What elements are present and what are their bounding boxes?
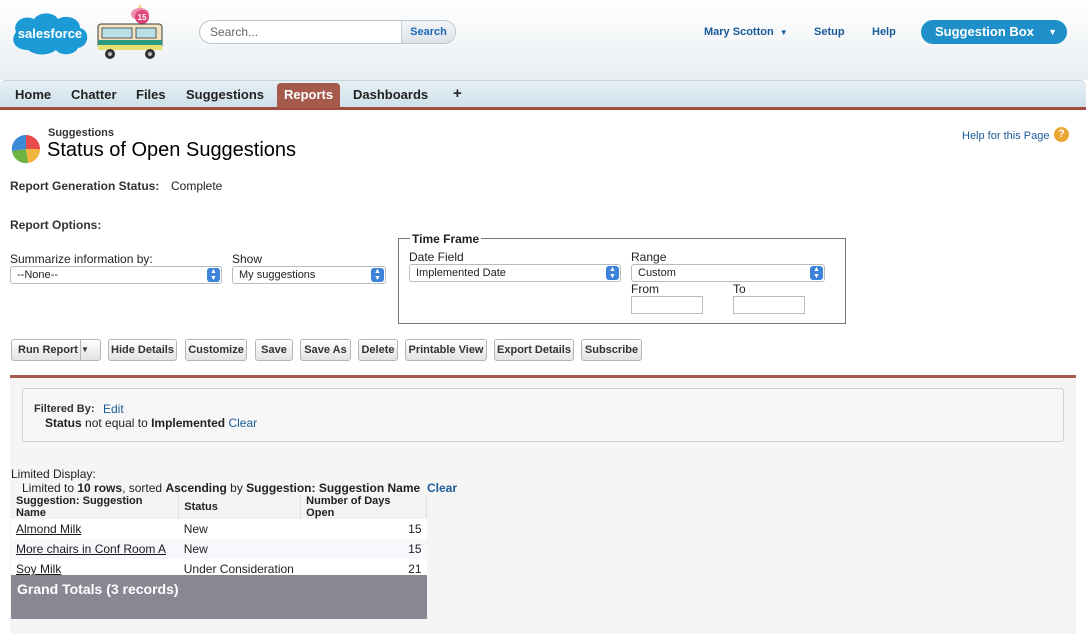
report-options-heading: Report Options: bbox=[10, 218, 102, 232]
range-select[interactable]: Custom ▲ ▼ bbox=[631, 264, 825, 282]
filter-edit-link[interactable]: Edit bbox=[103, 402, 124, 416]
grand-totals-label: Grand Totals (3 records) bbox=[17, 581, 179, 597]
limited-clear-link[interactable]: Clear bbox=[427, 481, 457, 495]
summarize-value: --None-- bbox=[17, 269, 58, 281]
select-arrows-icon: ▲ ▼ bbox=[371, 268, 384, 282]
help-icon[interactable]: ? bbox=[1054, 127, 1069, 142]
limited-display-title: Limited Display: bbox=[11, 467, 96, 481]
select-arrows-icon: ▲ ▼ bbox=[207, 268, 220, 282]
limited-direction: Ascending bbox=[165, 481, 227, 495]
delete-button[interactable]: Delete bbox=[358, 339, 398, 361]
setup-link[interactable]: Setup bbox=[814, 26, 845, 38]
to-label: To bbox=[733, 282, 746, 296]
summarize-label: Summarize information by: bbox=[10, 252, 153, 266]
column-header-status[interactable]: Status bbox=[178, 495, 302, 519]
summarize-select[interactable]: --None-- ▲ ▼ bbox=[10, 266, 222, 284]
select-arrows-icon: ▲ ▼ bbox=[810, 266, 823, 280]
chevron-down-icon[interactable]: ▼ bbox=[80, 340, 100, 360]
app-switcher[interactable]: Suggestion Box ▼ bbox=[921, 20, 1067, 44]
table-header-row: Suggestion: Suggestion Name Status Numbe… bbox=[11, 495, 427, 519]
help-link[interactable]: Help bbox=[872, 26, 896, 38]
help-for-page-link[interactable]: Help for this Page bbox=[962, 130, 1049, 142]
column-header-days-open[interactable]: Number of Days Open bbox=[300, 495, 427, 519]
report-table: Suggestion: Suggestion Name Status Numbe… bbox=[11, 495, 427, 579]
grand-totals-row: Grand Totals (3 records) bbox=[11, 575, 427, 619]
status-value: Complete bbox=[171, 179, 223, 193]
printable-view-button[interactable]: Printable View bbox=[405, 339, 487, 361]
date-field-value: Implemented Date bbox=[416, 267, 506, 279]
filter-clear-link[interactable]: Clear bbox=[228, 416, 257, 430]
tab-dashboards[interactable]: Dashboards bbox=[353, 87, 428, 102]
chevron-down-icon: ▼ bbox=[1048, 27, 1057, 37]
filter-box bbox=[22, 388, 1064, 442]
tab-reports[interactable]: Reports bbox=[277, 83, 341, 108]
search-box: Search bbox=[199, 20, 456, 44]
limited-prefix: Limited to bbox=[22, 481, 75, 495]
range-label: Range bbox=[631, 250, 667, 264]
limited-sorted: , sorted bbox=[122, 481, 163, 495]
run-report-label: Run Report bbox=[18, 344, 78, 356]
tab-suggestions[interactable]: Suggestions bbox=[186, 87, 264, 102]
customize-button[interactable]: Customize bbox=[185, 339, 247, 361]
salesforce-logo[interactable]: salesforce bbox=[8, 10, 92, 56]
filtered-by-label: Filtered By: bbox=[34, 403, 95, 415]
from-label: From bbox=[631, 282, 659, 296]
days-open-cell: 15 bbox=[300, 519, 427, 539]
range-value: Custom bbox=[638, 267, 676, 279]
tab-home[interactable]: Home bbox=[15, 87, 51, 102]
show-select[interactable]: My suggestions ▲ ▼ bbox=[232, 266, 386, 284]
filter-value: Implemented bbox=[151, 416, 226, 430]
badge-number: 15 bbox=[138, 13, 147, 22]
limited-field: Suggestion: Suggestion Name bbox=[246, 481, 421, 495]
report-icon bbox=[11, 134, 41, 164]
chevron-down-icon: ▼ bbox=[779, 28, 788, 37]
show-label: Show bbox=[232, 252, 263, 266]
page-title: Status of Open Suggestions bbox=[47, 139, 297, 161]
suggestion-link[interactable]: Soy Milk bbox=[16, 562, 61, 576]
hide-details-button[interactable]: Hide Details bbox=[108, 339, 177, 361]
status-cell: New bbox=[178, 519, 301, 539]
status-label: Report Generation Status: bbox=[10, 179, 160, 193]
tab-bar: Home Chatter Files Suggestions Reports D… bbox=[0, 80, 1086, 110]
column-header-suggestion-name[interactable]: Suggestion: Suggestion Name bbox=[11, 495, 180, 519]
days-open-cell: 15 bbox=[300, 539, 427, 559]
global-header: salesforce 15 Search Mary Scotton ▼ Setup… bbox=[0, 0, 1088, 80]
to-date-input[interactable] bbox=[733, 296, 805, 314]
tab-chatter[interactable]: Chatter bbox=[71, 87, 117, 102]
date-field-select[interactable]: Implemented Date ▲ ▼ bbox=[409, 264, 621, 282]
limited-rows: 10 rows bbox=[77, 481, 123, 495]
export-details-button[interactable]: Export Details bbox=[494, 339, 574, 361]
suggestion-link[interactable]: More chairs in Conf Room A bbox=[16, 542, 166, 556]
ice-cream-truck-icon: 15 bbox=[97, 4, 163, 59]
filter-operator: not equal to bbox=[85, 416, 148, 430]
page-type: Suggestions bbox=[48, 127, 115, 139]
save-button[interactable]: Save bbox=[255, 339, 293, 361]
save-as-button[interactable]: Save As bbox=[300, 339, 351, 361]
from-date-input[interactable] bbox=[631, 296, 703, 314]
search-button[interactable]: Search bbox=[401, 21, 455, 43]
table-row: More chairs in Conf Room A New 15 bbox=[11, 539, 427, 559]
limited-display-text: Limited to 10 rows, sorted Ascending by … bbox=[22, 481, 420, 495]
filter-criteria: Status not equal to Implemented Clear bbox=[45, 416, 257, 430]
add-tab-button[interactable]: + bbox=[453, 85, 462, 102]
tab-files[interactable]: Files bbox=[136, 87, 166, 102]
app-name: Suggestion Box bbox=[935, 24, 1034, 39]
show-value: My suggestions bbox=[239, 269, 316, 281]
limited-by: by bbox=[230, 481, 243, 495]
date-field-label: Date Field bbox=[409, 250, 464, 264]
status-cell: New bbox=[178, 539, 301, 559]
subscribe-button[interactable]: Subscribe bbox=[581, 339, 642, 361]
search-input[interactable] bbox=[200, 21, 402, 43]
user-menu[interactable]: Mary Scotton ▼ bbox=[704, 26, 788, 38]
logo-text: salesforce bbox=[18, 26, 82, 41]
suggestion-link[interactable]: Almond Milk bbox=[16, 522, 81, 536]
user-name: Mary Scotton bbox=[704, 26, 774, 38]
run-report-button[interactable]: Run Report ▼ bbox=[11, 339, 101, 361]
select-arrows-icon: ▲ ▼ bbox=[606, 266, 619, 280]
filter-field: Status bbox=[45, 416, 82, 430]
time-frame-legend: Time Frame bbox=[410, 232, 482, 246]
table-row: Almond Milk New 15 bbox=[11, 519, 427, 539]
